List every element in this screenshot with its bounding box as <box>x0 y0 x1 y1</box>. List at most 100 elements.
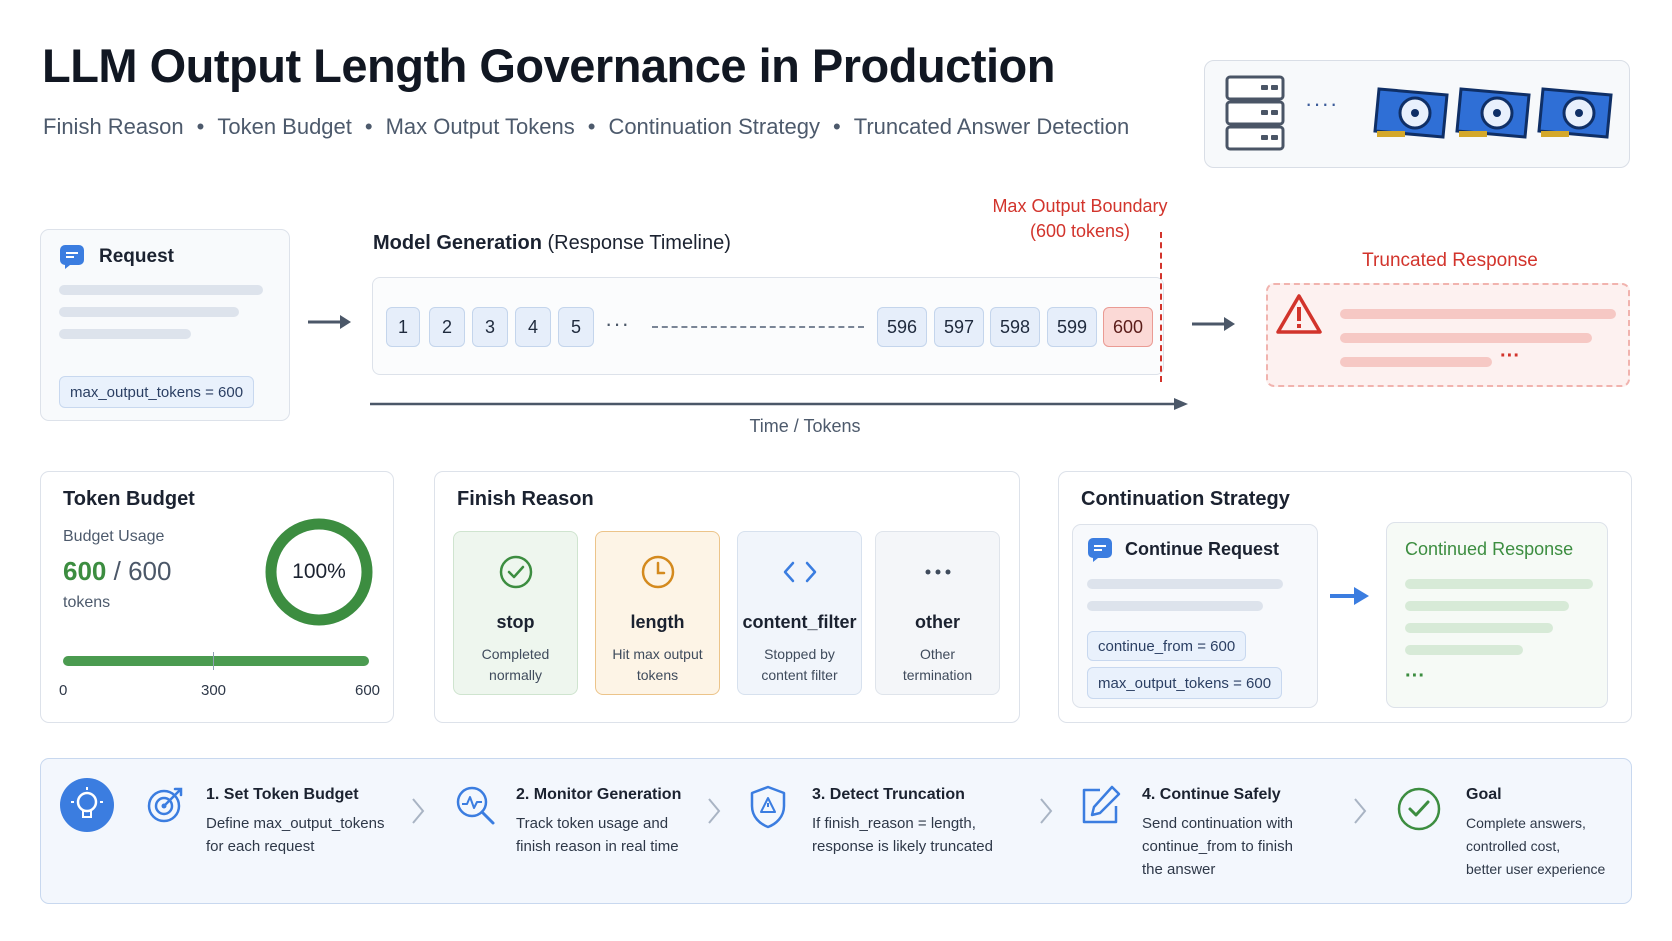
placeholder-line <box>1405 601 1569 611</box>
token-budget-card: Token Budget Budget Usage 600 / 600 toke… <box>40 471 394 723</box>
desc-line: normally <box>489 667 542 683</box>
token-cell: 598 <box>990 307 1040 347</box>
placeholder-line <box>1340 357 1492 367</box>
lightbulb-icon <box>60 778 114 832</box>
desc-line: Other <box>919 646 955 662</box>
target-icon <box>147 787 183 823</box>
step-desc: If finish_reason = length, response is l… <box>812 812 1032 858</box>
gpu-card-icon <box>1455 87 1531 139</box>
finish-reason-content-filter: content_filter Stopped by content filter <box>737 531 862 695</box>
topic-token-budget: Token Budget <box>217 114 352 139</box>
desc-line: better user experience <box>1466 861 1606 877</box>
placeholder-line <box>1405 645 1523 655</box>
budget-scale-mid: 300 <box>201 682 227 699</box>
step-title: 2. Monitor Generation <box>516 786 682 803</box>
token-cell: 3 <box>472 307 508 347</box>
token-cell: 2 <box>429 307 465 347</box>
budget-scale-min: 0 <box>59 682 68 699</box>
continued-response-title: Continued Response <box>1405 539 1574 559</box>
arrow-right-icon <box>308 315 351 329</box>
placeholder-line <box>1405 579 1593 589</box>
step-title: 1. Set Token Budget <box>206 786 359 803</box>
max-output-tokens-param: max_output_tokens = 600 <box>1087 667 1283 699</box>
placeholder-line <box>59 329 191 339</box>
step-title: 3. Detect Truncation <box>812 786 965 803</box>
step-desc: Track token usage and finish reason in r… <box>516 812 716 858</box>
finish-reason-name: content_filter <box>742 612 857 632</box>
budget-midpoint-tick <box>213 652 214 670</box>
step-desc: Define max_output_tokens for each reques… <box>206 812 406 858</box>
topic-max-output-tokens: Max Output Tokens <box>385 114 575 139</box>
arrow-right-icon <box>1330 587 1369 605</box>
topic-separator: • <box>364 114 373 139</box>
placeholder-line <box>1340 309 1616 319</box>
generation-title-suffix: (Response Timeline) <box>547 232 731 254</box>
step-desc: Send continuation with continue_from to … <box>1142 812 1332 881</box>
placeholder-line <box>59 285 263 295</box>
finish-reason-title: Finish Reason <box>457 488 594 510</box>
step-title: 4. Continue Safely <box>1142 786 1281 803</box>
ellipsis-icon <box>925 569 950 575</box>
max-output-boundary-label: Max Output Boundary (600 tokens) <box>985 196 1175 242</box>
desc-line: finish reason in real time <box>516 838 679 855</box>
topic-list: Finish Reason • Token Budget • Max Outpu… <box>43 114 1129 140</box>
token-cell: 596 <box>877 307 927 347</box>
server-icon <box>1225 75 1285 151</box>
desc-line: Hit max output <box>612 646 703 662</box>
gpu-card-icon <box>1373 87 1449 139</box>
step-title: Goal <box>1466 786 1502 803</box>
placeholder-line <box>1340 333 1592 343</box>
desc-line: Define max_output_tokens <box>206 815 385 832</box>
token-cell: 597 <box>934 307 984 347</box>
request-card: Request max_output_tokens = 600 <box>40 229 290 421</box>
desc-line: for each request <box>206 838 315 855</box>
boundary-label-line-2: (600 tokens) <box>1029 221 1131 241</box>
finish-reason-other: other Other termination <box>875 531 1000 695</box>
continued-ellipsis: ··· <box>1405 665 1425 687</box>
finish-reason-name: other <box>915 612 960 632</box>
token-cell: 4 <box>515 307 551 347</box>
hardware-illustration: ···· <box>1204 60 1630 168</box>
continuation-strategy-title: Continuation Strategy <box>1081 488 1290 510</box>
topic-separator: • <box>196 114 205 139</box>
topic-truncated-answer-detection: Truncated Answer Detection <box>853 114 1130 139</box>
check-circle-icon <box>1397 787 1441 831</box>
placeholder-line <box>1087 579 1283 589</box>
check-circle-icon <box>499 555 532 589</box>
boundary-label-line-1: Max Output Boundary <box>992 196 1168 216</box>
chevron-right-icon <box>706 796 722 831</box>
token-ellipsis: ··· <box>605 311 630 336</box>
finish-reason-desc: Other termination <box>882 644 993 686</box>
topic-continuation-strategy: Continuation Strategy <box>608 114 821 139</box>
desc-line: controlled cost, <box>1466 838 1561 854</box>
generation-title-main: Model Generation <box>373 232 542 254</box>
continued-response-card: Continued Response ··· <box>1386 522 1608 708</box>
truncated-ellipsis: ··· <box>1500 345 1520 367</box>
max-output-boundary-line <box>1160 232 1162 382</box>
generation-title: Model Generation (Response Timeline) <box>373 232 731 255</box>
finish-reason-desc: Hit max output tokens <box>602 644 713 686</box>
continue-request-card: Continue Request continue_from = 600 max… <box>1072 524 1318 708</box>
chat-icon <box>60 245 84 269</box>
warning-icon <box>1276 294 1322 334</box>
step-goal: Goal Complete answers, controlled cost, … <box>1466 786 1626 881</box>
code-icon <box>783 561 816 583</box>
topic-separator: • <box>587 114 596 139</box>
max-output-tokens-param: max_output_tokens = 600 <box>59 376 255 408</box>
monitor-search-icon <box>456 786 495 825</box>
time-axis-arrow <box>370 398 1188 410</box>
finish-reason-length: length Hit max output tokens <box>595 531 720 695</box>
chevron-right-icon <box>1038 796 1054 831</box>
token-cell: 599 <box>1047 307 1097 347</box>
token-cell: 5 <box>558 307 594 347</box>
budget-percent: 100% <box>292 560 346 583</box>
token-cell: 1 <box>386 307 420 347</box>
budget-usage-value: 600 / 600 <box>63 556 171 587</box>
request-title: Request <box>99 246 174 267</box>
step-set-token-budget: 1. Set Token Budget Define max_output_to… <box>206 786 406 858</box>
desc-line: Stopped by <box>764 646 835 662</box>
placeholder-line <box>1405 623 1553 633</box>
step-continue-safely: 4. Continue Safely Send continuation wit… <box>1142 786 1332 881</box>
budget-progress-track <box>63 656 369 666</box>
desc-line: If finish_reason = length, <box>812 815 976 832</box>
